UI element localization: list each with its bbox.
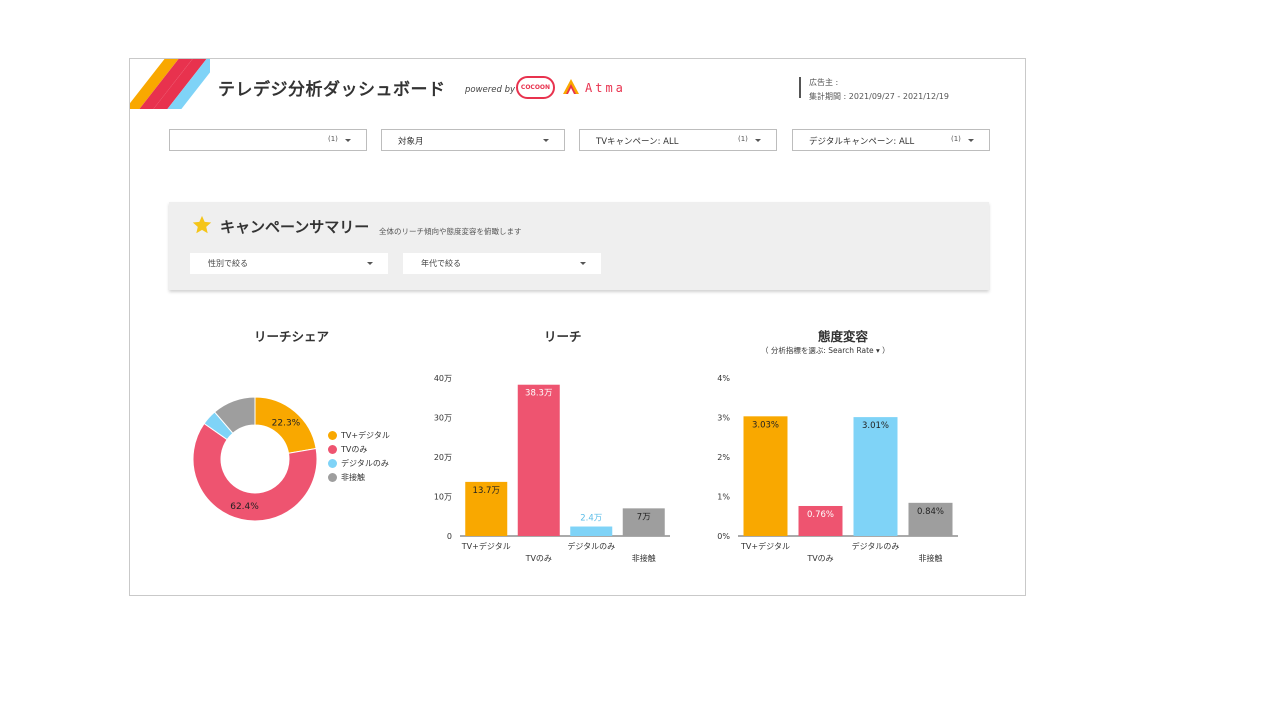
- filter-target-month-label: 対象月: [398, 137, 424, 147]
- filter-tv-campaign[interactable]: TVキャンペーン: ALL (1): [579, 129, 777, 151]
- y-tick-label: 0: [447, 532, 452, 541]
- legend-swatch: [328, 445, 337, 454]
- legend-swatch: [328, 431, 337, 440]
- legend-label: TV+デジタル: [341, 431, 390, 440]
- bar-data-label: 3.01%: [862, 421, 889, 431]
- bar: [853, 417, 898, 536]
- reach-bar-chart: 0 10万 20万 30万 40万 13.7万 TV+デジタル 38.3万 TVのみ 2.4万デジ…: [434, 374, 670, 563]
- filter-digital-campaign-count: (1): [951, 135, 961, 143]
- legend-label: 非接触: [341, 473, 365, 482]
- chevron-down-icon: [367, 262, 373, 265]
- summary-subtitle: 全体のリーチ傾向や態度変容を俯瞰します: [379, 227, 522, 236]
- reach-title: リーチ: [544, 329, 582, 344]
- chevron-down-icon: [543, 139, 549, 142]
- chevron-down-icon: [755, 139, 761, 142]
- legend-swatch: [328, 473, 337, 482]
- bar-data-label: 2.4万: [580, 514, 602, 524]
- advertiser-label: 広告主 :: [809, 78, 839, 87]
- cocoon-logo: COCOON: [516, 76, 555, 99]
- atma-logo-text: Atma: [585, 81, 626, 95]
- gender-select[interactable]: 性別で絞る: [190, 253, 388, 274]
- legend-swatch: [328, 459, 337, 468]
- filter-tv-campaign-label: TVキャンペーン: ALL: [596, 137, 679, 147]
- attitude-change-title: 態度変容: [818, 329, 869, 344]
- y-tick-label: 30万: [434, 414, 452, 423]
- bar-data-label: 7万: [637, 512, 651, 522]
- filter-target-month[interactable]: 対象月: [381, 129, 565, 151]
- powered-by-text: powered by: [465, 85, 516, 95]
- filter-digital-campaign[interactable]: デジタルキャンペーン: ALL (1): [792, 129, 990, 151]
- y-tick-label: 1%: [717, 493, 730, 502]
- x-tick-label: TV+デジタル: [461, 541, 511, 551]
- gender-select-label: 性別で絞る: [208, 259, 248, 268]
- donut-data-label: 22.3%: [272, 418, 301, 428]
- filter-advertiser[interactable]: (1): [169, 129, 367, 151]
- x-tick-label: 非接触: [632, 553, 656, 563]
- age-select[interactable]: 年代で絞る: [403, 253, 601, 274]
- x-tick-label: デジタルのみ: [852, 541, 900, 551]
- y-tick-label: 4%: [717, 374, 730, 383]
- legend-label: TVのみ: [341, 445, 368, 454]
- y-tick-label: 10万: [434, 493, 452, 502]
- age-select-label: 年代で絞る: [421, 259, 461, 268]
- chevron-down-icon: [968, 139, 974, 142]
- brand-stripes: [130, 59, 210, 109]
- chevron-down-icon: [580, 262, 586, 265]
- campaign-summary-card: キャンペーンサマリー 全体のリーチ傾向や態度変容を俯瞰します 性別で絞る 年代で…: [169, 202, 989, 290]
- y-tick-label: 40万: [434, 374, 452, 383]
- x-tick-label: TVのみ: [525, 554, 552, 563]
- bar-data-label: 13.7万: [473, 486, 500, 496]
- y-tick-label: 3%: [717, 414, 730, 423]
- filter-advertiser-count: (1): [328, 135, 338, 143]
- filter-digital-campaign-label: デジタルキャンペーン: ALL: [809, 137, 915, 147]
- x-tick-label: TVのみ: [806, 554, 833, 563]
- filter-tv-campaign-count: (1): [738, 135, 748, 143]
- reach-share-donut-chart: 22.3% 62.4%: [192, 396, 318, 522]
- metric-selector[interactable]: （ 分析指標を選ぶ: Search Rate ▾ ）: [761, 345, 890, 356]
- star-icon: [192, 215, 212, 234]
- bar: [570, 526, 613, 536]
- legend-label: デジタルのみ: [341, 459, 389, 468]
- period-label: 集計期間 : 2021/09/27 - 2021/12/19: [809, 92, 949, 101]
- reach-share-title: リーチシェア: [254, 329, 330, 344]
- bar: [517, 384, 560, 536]
- bar-data-label: 0.76%: [807, 510, 834, 520]
- bar-data-label: 38.3万: [525, 389, 552, 399]
- meta-info: 広告主 : 集計期間 : 2021/09/27 - 2021/12/19: [809, 76, 949, 104]
- y-tick-label: 0%: [717, 532, 730, 541]
- meta-divider: [799, 77, 801, 98]
- dashboard-title: テレデジ分析ダッシュボード: [218, 80, 446, 100]
- x-tick-label: 非接触: [919, 553, 943, 563]
- chevron-down-icon: [345, 139, 351, 142]
- bar: [743, 416, 788, 536]
- y-tick-label: 20万: [434, 453, 452, 462]
- cocoon-logo-text: COCOON: [520, 84, 551, 91]
- bar-data-label: 3.03%: [752, 420, 779, 430]
- atma-logo-icon: [563, 79, 579, 94]
- y-tick-label: 2%: [717, 453, 730, 462]
- bar-data-label: 0.84%: [917, 507, 944, 517]
- attitude-bar-chart: 0% 1% 2% 3% 4% 3.03% TV+デジタル 0.76% TVのみ 3.01% デジタル…: [717, 374, 958, 563]
- summary-title: キャンペーンサマリー: [220, 218, 370, 236]
- x-tick-label: デジタルのみ: [567, 541, 615, 551]
- x-tick-label: TV+デジタル: [740, 541, 790, 551]
- donut-data-label: 62.4%: [230, 502, 259, 512]
